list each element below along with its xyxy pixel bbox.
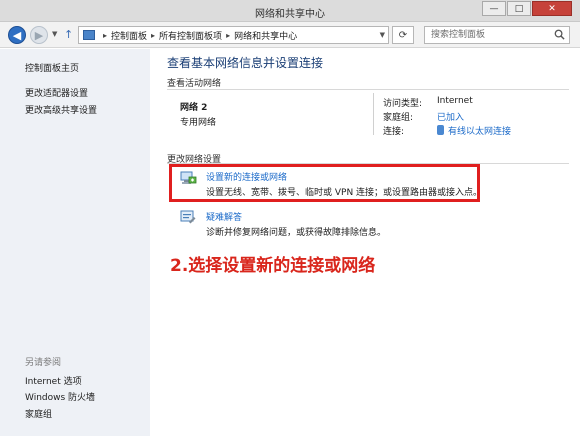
breadcrumb-item[interactable]: 网络和共享中心 — [234, 29, 297, 42]
network-type: 专用网络 — [180, 118, 217, 128]
recent-pages-dropdown-icon[interactable]: ▼ — [52, 30, 57, 38]
up-arrow-icon[interactable]: ↑ — [64, 28, 73, 41]
divider — [373, 93, 374, 135]
sidebar-item-change-advanced-sharing[interactable]: 更改高级共享设置 — [25, 103, 97, 116]
network-name: 网络 2 — [180, 103, 208, 113]
title-bar: 网络和共享中心 — □ ✕ — [0, 0, 580, 22]
homegroup-label: 家庭组: — [383, 113, 414, 123]
chevron-right-icon: ▸ — [226, 30, 231, 40]
maximize-button[interactable]: □ — [507, 1, 531, 16]
refresh-icon: ⟳ — [398, 29, 408, 41]
chevron-down-icon[interactable]: ▼ — [380, 31, 385, 39]
address-bar[interactable]: ▸ 控制面板 ▸ 所有控制面板项 ▸ 网络和共享中心 ▼ — [78, 26, 389, 44]
chevron-right-icon: ▸ — [151, 30, 156, 40]
minimize-button[interactable]: — — [482, 1, 506, 16]
setup-new-connection-link[interactable]: 设置新的连接或网络 — [206, 170, 287, 183]
breadcrumb-item[interactable]: 所有控制面板项 — [159, 29, 222, 42]
instruction-annotation: 2.选择设置新的连接或网络 — [170, 256, 376, 276]
connection-link-text: 有线以太网连接 — [448, 127, 512, 137]
control-panel-icon — [83, 30, 95, 40]
see-also-label: 另请参阅 — [25, 358, 62, 368]
sidebar: 控制面板主页 更改适配器设置 更改高级共享设置 另请参阅 Internet 选项… — [0, 49, 150, 436]
homegroup-link[interactable]: 已加入 — [437, 110, 464, 123]
setup-new-connection-description: 设置无线、宽带、拨号、临时或 VPN 连接；或设置路由器或接入点。 — [206, 188, 483, 198]
sidebar-item-windows-firewall[interactable]: Windows 防火墙 — [25, 390, 95, 403]
connection-label: 连接: — [383, 127, 405, 137]
back-button[interactable]: ◀ — [8, 26, 26, 44]
access-type-label: 访问类型: — [383, 99, 423, 109]
sidebar-item-internet-options[interactable]: Internet 选项 — [25, 374, 82, 387]
access-type-value: Internet — [437, 96, 473, 106]
connection-link[interactable]: 有线以太网连接 — [437, 124, 511, 137]
main-content: 查看基本网络信息并设置连接 查看活动网络 网络 2 专用网络 访问类型: Int… — [150, 49, 580, 436]
chevron-right-icon: ▸ — [103, 30, 108, 40]
search-placeholder: 搜索控制面板 — [431, 30, 486, 40]
troubleshoot-icon — [180, 210, 196, 224]
page-title: 查看基本网络信息并设置连接 — [167, 56, 324, 70]
sidebar-item-homegroup[interactable]: 家庭组 — [25, 407, 52, 420]
divider — [167, 89, 569, 90]
active-networks-label: 查看活动网络 — [167, 79, 222, 89]
breadcrumb-item[interactable]: 控制面板 — [111, 29, 147, 42]
troubleshoot-description: 诊断并修复网络问题，或获得故障排除信息。 — [206, 228, 387, 238]
sidebar-item-control-panel-home[interactable]: 控制面板主页 — [25, 61, 79, 74]
troubleshoot-link[interactable]: 疑难解答 — [206, 210, 242, 223]
forward-button[interactable]: ▶ — [30, 26, 48, 44]
search-input[interactable]: 搜索控制面板 — [424, 26, 570, 44]
arrow-left-icon: ◀ — [12, 28, 22, 42]
close-button[interactable]: ✕ — [532, 1, 572, 16]
sidebar-item-change-adapter-settings[interactable]: 更改适配器设置 — [25, 86, 88, 99]
new-connection-icon — [180, 171, 197, 184]
arrow-right-icon: ▶ — [34, 28, 44, 42]
navigation-bar: ◀ ▶ ▼ ↑ ▸ 控制面板 ▸ 所有控制面板项 ▸ 网络和共享中心 ▼ ⟳ 搜… — [0, 22, 580, 48]
refresh-button[interactable]: ⟳ — [392, 26, 414, 44]
search-icon — [554, 29, 565, 40]
window-controls: — □ ✕ — [481, 1, 572, 16]
ethernet-icon — [437, 125, 444, 135]
